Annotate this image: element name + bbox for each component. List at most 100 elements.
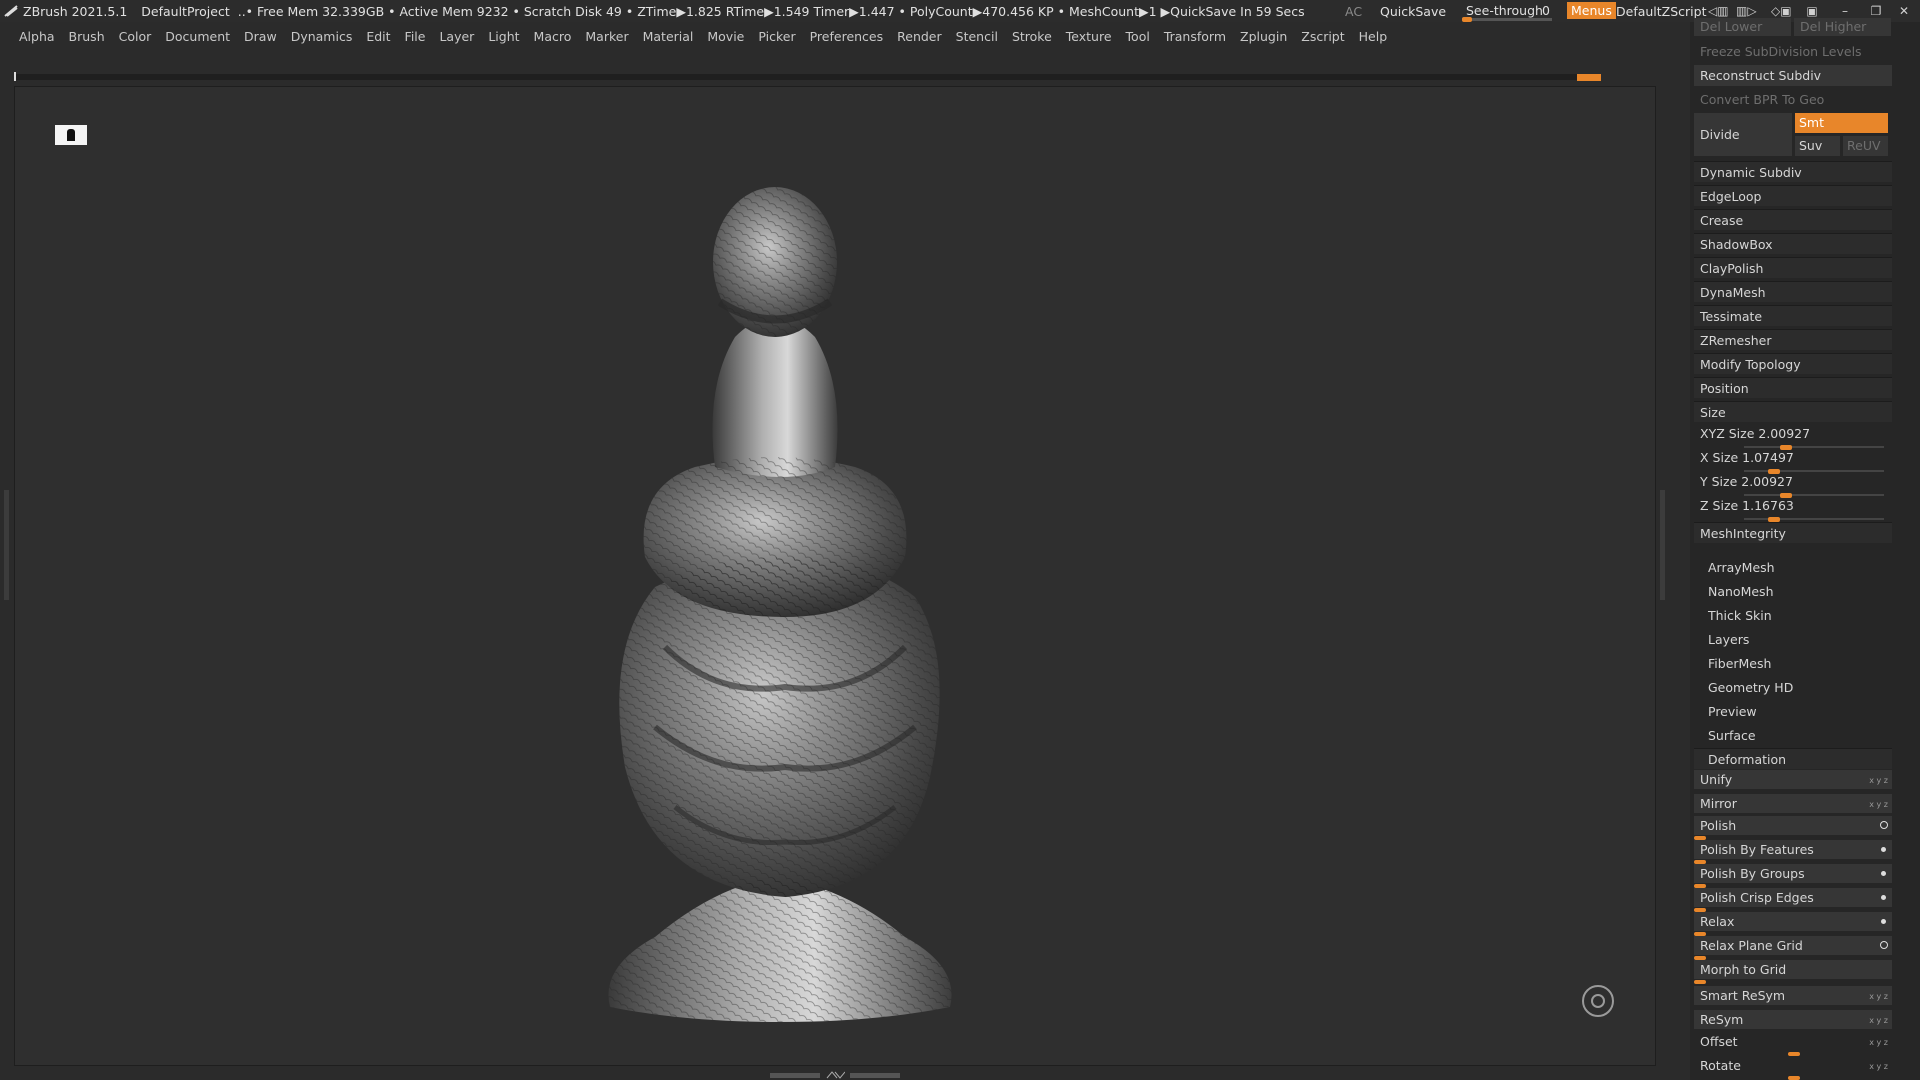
edgeloop-section[interactable]: EdgeLoop	[1694, 185, 1892, 206]
polish-crisp-dot-icon[interactable]	[1881, 895, 1886, 900]
menu-render[interactable]: Render	[897, 29, 942, 44]
subpalette-geometry-hd[interactable]: Geometry HD	[1708, 680, 1793, 695]
menu-material[interactable]: Material	[643, 29, 694, 44]
x-size-slider[interactable]: X Size 1.07497	[1694, 447, 1892, 474]
menu-zplugin[interactable]: Zplugin	[1240, 29, 1287, 44]
polish-circle-icon[interactable]	[1880, 821, 1888, 829]
menu-edit[interactable]: Edit	[366, 29, 390, 44]
resym-button[interactable]: ReSym x y z	[1694, 1010, 1892, 1029]
orbit-gizmo-icon[interactable]	[1582, 985, 1614, 1017]
offset-slider[interactable]: Offset x y z	[1694, 1032, 1892, 1056]
polish-slider[interactable]: Polish	[1694, 816, 1892, 840]
relax-plane-circle-icon[interactable]	[1880, 941, 1888, 949]
subpalette-surface[interactable]: Surface	[1708, 728, 1756, 743]
del-higher-button[interactable]: Del Higher	[1794, 18, 1891, 36]
right-tray-handle[interactable]	[1660, 490, 1665, 600]
project-name[interactable]: DefaultProject	[141, 4, 229, 19]
relax-plane-grid-slider[interactable]: Relax Plane Grid	[1694, 936, 1892, 960]
modify-topology-section[interactable]: Modify Topology	[1694, 353, 1892, 374]
xyz-axis-icon[interactable]: x y z	[1869, 771, 1888, 790]
crease-section[interactable]: Crease	[1694, 209, 1892, 230]
divide-button[interactable]: Divide	[1694, 113, 1792, 156]
polish-by-features-slider[interactable]: Polish By Features	[1694, 840, 1892, 864]
menu-file[interactable]: File	[405, 29, 426, 44]
smart-resym-button[interactable]: Smart ReSym x y z	[1694, 986, 1892, 1005]
dynamic-subdiv-section[interactable]: Dynamic Subdiv	[1694, 161, 1892, 182]
freeze-subdivision-button[interactable]: Freeze SubDivision Levels	[1694, 41, 1892, 62]
subpalette-thick-skin[interactable]: Thick Skin	[1708, 608, 1772, 623]
subpalette-preview[interactable]: Preview	[1708, 704, 1757, 719]
xyz-axis-icon[interactable]: x y z	[1869, 795, 1888, 814]
close-icon[interactable]: ✕	[1895, 2, 1913, 20]
menu-zscript[interactable]: Zscript	[1301, 29, 1344, 44]
xyz-axis-icon[interactable]: x y z	[1869, 1033, 1888, 1052]
tray-arrows-icon[interactable]	[825, 1071, 845, 1079]
see-through-slider[interactable]: See-through 0	[1462, 1, 1557, 22]
timeline-track[interactable]	[14, 72, 1601, 81]
ac-label[interactable]: AC	[1345, 4, 1362, 19]
document-canvas[interactable]	[14, 86, 1656, 1066]
suv-toggle[interactable]: Suv	[1795, 136, 1840, 156]
del-lower-button[interactable]: Del Lower	[1694, 18, 1791, 36]
menu-marker[interactable]: Marker	[585, 29, 628, 44]
xyz-axis-icon[interactable]: x y z	[1869, 1011, 1888, 1030]
menu-color[interactable]: Color	[119, 29, 152, 44]
xyz-axis-icon[interactable]: x y z	[1869, 987, 1888, 1006]
menu-movie[interactable]: Movie	[707, 29, 744, 44]
menus-toggle-button[interactable]: Menus	[1567, 2, 1616, 19]
menu-transform[interactable]: Transform	[1164, 29, 1226, 44]
menu-alpha[interactable]: Alpha	[19, 29, 55, 44]
polish-by-groups-slider[interactable]: Polish By Groups	[1694, 864, 1892, 888]
relax-slider[interactable]: Relax	[1694, 912, 1892, 936]
menu-preferences[interactable]: Preferences	[810, 29, 884, 44]
rotate-knob[interactable]	[1788, 1076, 1800, 1080]
rotate-slider[interactable]: Rotate x y z	[1694, 1056, 1892, 1080]
y-size-slider[interactable]: Y Size 2.00927	[1694, 471, 1892, 498]
see-through-track[interactable]	[1462, 17, 1552, 22]
deformation-section[interactable]: Deformation	[1694, 748, 1892, 769]
menu-draw[interactable]: Draw	[244, 29, 277, 44]
claypolish-section[interactable]: ClayPolish	[1694, 257, 1892, 278]
size-section[interactable]: Size	[1694, 401, 1892, 422]
menu-stencil[interactable]: Stencil	[956, 29, 998, 44]
menu-picker[interactable]: Picker	[758, 29, 795, 44]
tessimate-section[interactable]: Tessimate	[1694, 305, 1892, 326]
menu-light[interactable]: Light	[488, 29, 519, 44]
xyz-size-slider[interactable]: XYZ Size 2.00927	[1694, 423, 1892, 450]
mirror-button[interactable]: Mirror x y z	[1694, 794, 1892, 813]
menu-help[interactable]: Help	[1359, 29, 1388, 44]
menu-stroke[interactable]: Stroke	[1012, 29, 1052, 44]
morph-grid-knob[interactable]	[1694, 980, 1706, 984]
subpalette-layers[interactable]: Layers	[1708, 632, 1749, 647]
zremesher-section[interactable]: ZRemesher	[1694, 329, 1892, 350]
polish-crisp-edges-slider[interactable]: Polish Crisp Edges	[1694, 888, 1892, 912]
subpalette-arraymesh[interactable]: ArrayMesh	[1708, 560, 1775, 575]
menu-document[interactable]: Document	[165, 29, 230, 44]
menu-brush[interactable]: Brush	[69, 29, 105, 44]
dynamesh-section[interactable]: DynaMesh	[1694, 281, 1892, 302]
convert-bpr-button[interactable]: Convert BPR To Geo	[1694, 89, 1892, 110]
reconstruct-subdiv-button[interactable]: Reconstruct Subdiv	[1694, 65, 1892, 86]
subpalette-nanomesh[interactable]: NanoMesh	[1708, 584, 1774, 599]
z-size-slider[interactable]: Z Size 1.16763	[1694, 495, 1892, 522]
subpalette-fibermesh[interactable]: FiberMesh	[1708, 656, 1771, 671]
menu-dynamics[interactable]: Dynamics	[291, 29, 353, 44]
menu-tool[interactable]: Tool	[1126, 29, 1150, 44]
timeline-knob[interactable]	[1577, 74, 1601, 81]
menu-macro[interactable]: Macro	[534, 29, 572, 44]
mesh-integrity-section[interactable]: MeshIntegrity	[1694, 522, 1892, 543]
bottom-tray-handle[interactable]	[770, 1071, 900, 1079]
default-zscript-button[interactable]: DefaultZScript	[1616, 4, 1707, 19]
menu-layer[interactable]: Layer	[439, 29, 474, 44]
polish-groups-dot-icon[interactable]	[1881, 871, 1886, 876]
morph-to-grid-slider[interactable]: Morph to Grid	[1694, 960, 1892, 984]
quicksave-button[interactable]: QuickSave	[1380, 4, 1446, 19]
smt-toggle[interactable]: Smt	[1795, 113, 1888, 133]
relax-dot-icon[interactable]	[1881, 919, 1886, 924]
z-size-track[interactable]	[1744, 518, 1884, 520]
unify-button[interactable]: Unify x y z	[1694, 770, 1892, 789]
sculpt-model[interactable]	[15, 87, 1655, 1065]
position-section[interactable]: Position	[1694, 377, 1892, 398]
left-tray-handle[interactable]	[4, 490, 9, 600]
shadowbox-section[interactable]: ShadowBox	[1694, 233, 1892, 254]
